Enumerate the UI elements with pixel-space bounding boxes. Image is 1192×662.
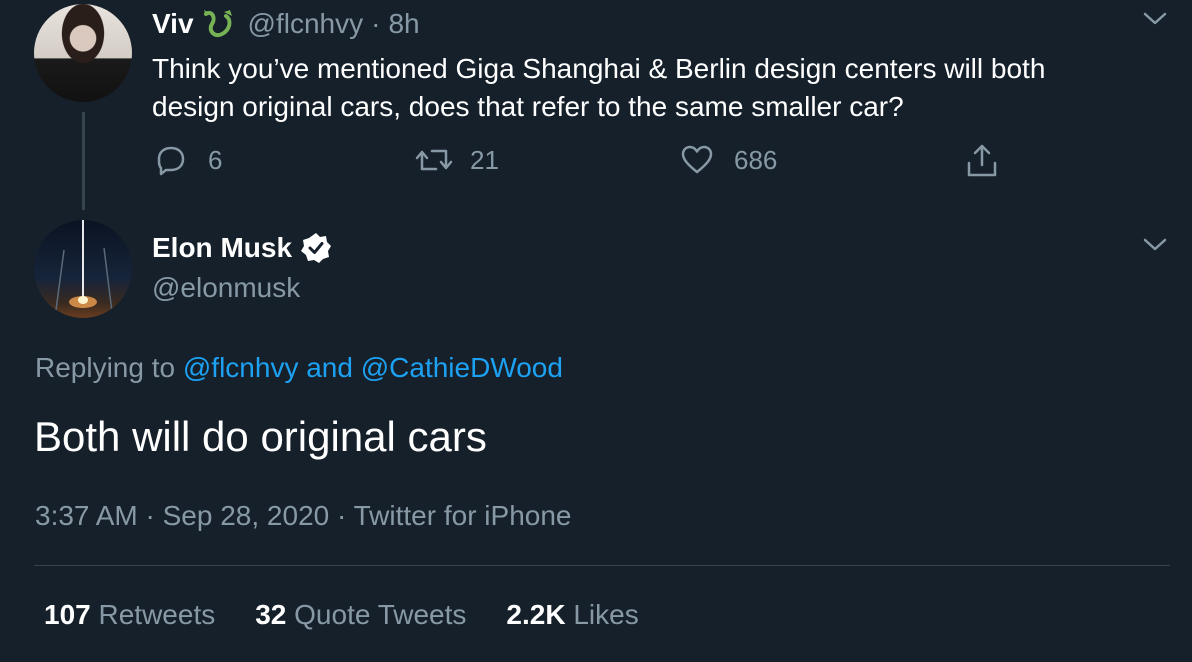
quotes-label: Quote Tweets bbox=[294, 599, 467, 630]
parent-separator: · bbox=[371, 8, 381, 39]
quote-tweets-stat[interactable]: 32 Quote Tweets bbox=[255, 599, 466, 631]
reply-action[interactable]: 6 bbox=[154, 143, 222, 177]
retweet-icon bbox=[414, 143, 454, 177]
avatar-viv[interactable] bbox=[34, 4, 132, 102]
parent-handle[interactable]: @flcnhvy bbox=[248, 8, 364, 40]
parent-timestamp[interactable]: 8h bbox=[388, 8, 419, 40]
likes-count: 2.2K bbox=[506, 599, 566, 630]
reply-mention-cathiedwood[interactable]: @CathieDWood bbox=[361, 352, 563, 383]
meta-dot-2: · bbox=[337, 500, 347, 531]
like-action[interactable]: 686 bbox=[680, 143, 777, 177]
stats-divider bbox=[34, 565, 1170, 566]
meta-dot-1: · bbox=[145, 500, 155, 531]
reply-mention-flcnhvy[interactable]: @flcnhvy bbox=[183, 352, 299, 383]
likes-label: Likes bbox=[573, 599, 639, 630]
main-handle[interactable]: @elonmusk bbox=[152, 272, 300, 304]
retweets-label: Retweets bbox=[98, 599, 216, 630]
retweets-count: 107 bbox=[44, 599, 91, 630]
parent-display-name[interactable]: Viv bbox=[152, 8, 194, 40]
quotes-count: 32 bbox=[255, 599, 287, 630]
retweet-action[interactable]: 21 bbox=[414, 143, 499, 177]
parent-tweet-text: Think you’ve mentioned Giga Shanghai & B… bbox=[152, 53, 1046, 122]
tweet-time[interactable]: 3:37 AM bbox=[35, 500, 138, 531]
verified-badge-icon bbox=[300, 232, 332, 264]
dragon-emoji-icon bbox=[202, 8, 238, 40]
tweet-date[interactable]: Sep 28, 2020 bbox=[163, 500, 330, 531]
main-header: Elon Musk bbox=[152, 232, 332, 264]
like-count: 686 bbox=[734, 144, 778, 175]
avatar-elon[interactable] bbox=[34, 220, 132, 318]
parent-menu-chevron-icon[interactable] bbox=[1142, 10, 1168, 28]
retweets-stat[interactable]: 107 Retweets bbox=[44, 599, 215, 631]
reply-and[interactable]: and bbox=[306, 352, 353, 383]
likes-stat[interactable]: 2.2K Likes bbox=[506, 599, 638, 631]
parent-header: Viv @flcnhvy · 8h bbox=[152, 6, 420, 42]
replying-to-line: Replying to @flcnhvy and @CathieDWood bbox=[35, 352, 563, 384]
engagement-stats: 107 Retweets 32 Quote Tweets 2.2K Likes bbox=[44, 599, 639, 631]
replying-prefix: Replying to bbox=[35, 352, 176, 383]
main-display-name[interactable]: Elon Musk bbox=[152, 232, 292, 264]
tweet-metadata: 3:37 AM · Sep 28, 2020 · Twitter for iPh… bbox=[35, 500, 571, 532]
reply-icon bbox=[154, 143, 188, 177]
retweet-count: 21 bbox=[470, 144, 499, 175]
heart-icon bbox=[680, 143, 714, 177]
main-tweet-text: Both will do original cars bbox=[34, 413, 487, 460]
share-icon[interactable] bbox=[964, 143, 1000, 179]
main-menu-chevron-icon[interactable] bbox=[1142, 236, 1168, 254]
reply-count: 6 bbox=[208, 144, 223, 175]
thread-connector bbox=[82, 112, 85, 210]
tweet-source[interactable]: Twitter for iPhone bbox=[354, 500, 572, 531]
